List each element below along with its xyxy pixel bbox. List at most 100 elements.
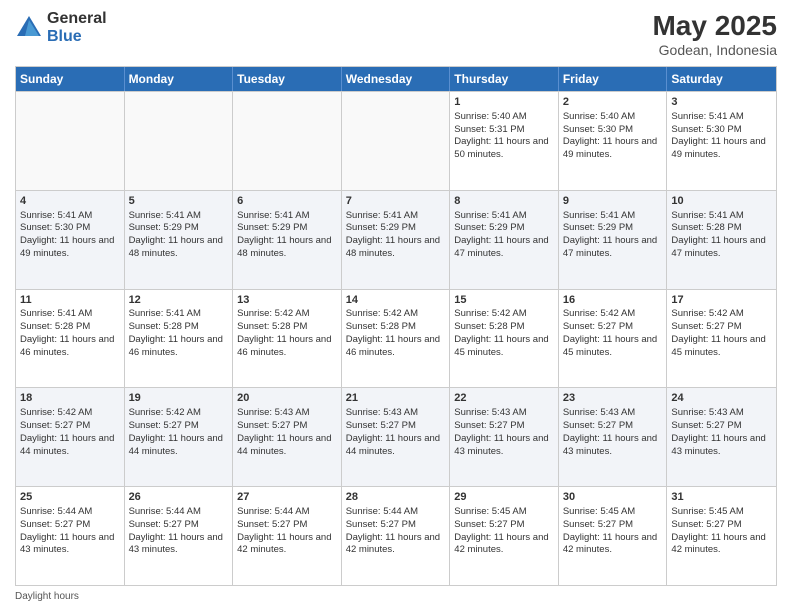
sunrise-text: Sunrise: 5:41 AM [129, 210, 201, 221]
sunset-text: Sunset: 5:30 PM [20, 222, 90, 233]
cal-cell: 16Sunrise: 5:42 AMSunset: 5:27 PMDayligh… [559, 290, 668, 388]
sunset-text: Sunset: 5:27 PM [237, 519, 307, 530]
day-number: 18 [20, 391, 120, 406]
day-number: 6 [237, 194, 337, 209]
sunset-text: Sunset: 5:28 PM [671, 222, 741, 233]
sunrise-text: Sunrise: 5:42 AM [671, 308, 743, 319]
cal-cell: 20Sunrise: 5:43 AMSunset: 5:27 PMDayligh… [233, 388, 342, 486]
sunrise-text: Sunrise: 5:45 AM [671, 506, 743, 517]
cal-cell: 15Sunrise: 5:42 AMSunset: 5:28 PMDayligh… [450, 290, 559, 388]
cal-row: 1Sunrise: 5:40 AMSunset: 5:31 PMDaylight… [16, 91, 776, 190]
sunset-text: Sunset: 5:28 PM [237, 321, 307, 332]
day-number: 30 [563, 490, 663, 505]
logo-text: General Blue [47, 10, 107, 45]
daylight-text: Daylight: 11 hours and 46 minutes. [346, 334, 440, 358]
daylight-text: Daylight: 11 hours and 42 minutes. [454, 532, 548, 556]
sunset-text: Sunset: 5:27 PM [671, 321, 741, 332]
cal-cell: 23Sunrise: 5:43 AMSunset: 5:27 PMDayligh… [559, 388, 668, 486]
day-number: 10 [671, 194, 772, 209]
day-number: 29 [454, 490, 554, 505]
sunrise-text: Sunrise: 5:41 AM [454, 210, 526, 221]
daylight-text: Daylight: 11 hours and 47 minutes. [454, 235, 548, 259]
sunrise-text: Sunrise: 5:44 AM [20, 506, 92, 517]
day-number: 14 [346, 293, 446, 308]
sunset-text: Sunset: 5:27 PM [671, 519, 741, 530]
daylight-text: Daylight: 11 hours and 47 minutes. [671, 235, 765, 259]
day-number: 28 [346, 490, 446, 505]
sunset-text: Sunset: 5:29 PM [454, 222, 524, 233]
daylight-text: Daylight: 11 hours and 48 minutes. [346, 235, 440, 259]
sunrise-text: Sunrise: 5:40 AM [563, 111, 635, 122]
cal-cell: 3Sunrise: 5:41 AMSunset: 5:30 PMDaylight… [667, 92, 776, 190]
day-number: 31 [671, 490, 772, 505]
daylight-text: Daylight: 11 hours and 49 minutes. [563, 136, 657, 160]
day-number: 13 [237, 293, 337, 308]
cal-cell: 4Sunrise: 5:41 AMSunset: 5:30 PMDaylight… [16, 191, 125, 289]
sunset-text: Sunset: 5:29 PM [129, 222, 199, 233]
sunrise-text: Sunrise: 5:44 AM [237, 506, 309, 517]
day-number: 5 [129, 194, 229, 209]
cal-cell: 7Sunrise: 5:41 AMSunset: 5:29 PMDaylight… [342, 191, 451, 289]
logo-general-text: General [47, 10, 107, 28]
cal-cell [233, 92, 342, 190]
header: General Blue May 2025 Godean, Indonesia [15, 10, 777, 58]
day-number: 20 [237, 391, 337, 406]
logo: General Blue [15, 10, 107, 45]
daylight-text: Daylight: 11 hours and 46 minutes. [237, 334, 331, 358]
day-number: 9 [563, 194, 663, 209]
day-number: 4 [20, 194, 120, 209]
cal-cell: 13Sunrise: 5:42 AM Sunset: 5:28 PM Dayligh… [233, 290, 342, 388]
cal-cell [342, 92, 451, 190]
calendar-header: SundayMondayTuesdayWednesdayThursdayFrid… [16, 67, 776, 91]
cal-header-day: Friday [559, 67, 668, 91]
daylight-text: Daylight: 11 hours and 49 minutes. [671, 136, 765, 160]
daylight-text: Daylight: 11 hours and 46 minutes. [20, 334, 114, 358]
daylight-text: Daylight: 11 hours and 43 minutes. [20, 532, 114, 556]
cal-cell: 6Sunrise: 5:41 AMSunset: 5:29 PMDaylight… [233, 191, 342, 289]
sunrise-text: Sunrise: 5:42 AM [237, 308, 309, 319]
sunrise-text: Sunrise: 5:45 AM [454, 506, 526, 517]
daylight-text: Daylight: 11 hours and 44 minutes. [237, 433, 331, 457]
daylight-text: Daylight: 11 hours and 48 minutes. [129, 235, 223, 259]
subtitle: Godean, Indonesia [652, 42, 777, 58]
sunset-text: Sunset: 5:27 PM [454, 420, 524, 431]
cal-cell: 14Sunrise: 5:42 AMSunset: 5:28 PMDayligh… [342, 290, 451, 388]
sunset-text: Sunset: 5:27 PM [563, 420, 633, 431]
sunrise-text: Sunrise: 5:41 AM [237, 210, 309, 221]
day-number: 7 [346, 194, 446, 209]
title-block: May 2025 Godean, Indonesia [652, 10, 777, 58]
cal-cell: 30Sunrise: 5:45 AMSunset: 5:27 PMDayligh… [559, 487, 668, 585]
sunset-text: Sunset: 5:27 PM [563, 519, 633, 530]
daylight-text: Daylight: 11 hours and 45 minutes. [671, 334, 765, 358]
sunset-text: Sunset: 5:31 PM [454, 124, 524, 135]
daylight-label: Daylight hours [15, 591, 79, 602]
sunrise-text: Sunrise: 5:41 AM [563, 210, 635, 221]
sunset-text: Sunset: 5:27 PM [563, 321, 633, 332]
daylight-text: Daylight: 11 hours and 43 minutes. [129, 532, 223, 556]
logo-blue-text: Blue [47, 28, 107, 46]
sunset-text: Sunset: 5:27 PM [129, 420, 199, 431]
day-number: 1 [454, 95, 554, 110]
daylight-text: Daylight: 11 hours and 44 minutes. [346, 433, 440, 457]
cal-cell: 5Sunrise: 5:41 AMSunset: 5:29 PM Daylight… [125, 191, 234, 289]
cal-cell: 31Sunrise: 5:45 AMSunset: 5:27 PMDayligh… [667, 487, 776, 585]
sunset-text: Sunset: 5:30 PM [671, 124, 741, 135]
sunset-text: Sunset: 5:29 PM [237, 222, 307, 233]
cal-row: 18Sunrise: 5:42 AMSunset: 5:27 PMDayligh… [16, 387, 776, 486]
daylight-text: Daylight: 11 hours and 50 minutes. [454, 136, 548, 160]
day-number: 22 [454, 391, 554, 406]
cal-cell: 18Sunrise: 5:42 AMSunset: 5:27 PMDayligh… [16, 388, 125, 486]
sunset-text: Sunset: 5:27 PM [20, 519, 90, 530]
cal-cell: 25Sunrise: 5:44 AMSunset: 5:27 PMDayligh… [16, 487, 125, 585]
cal-header-day: Monday [125, 67, 234, 91]
cal-header-day: Sunday [16, 67, 125, 91]
sunset-text: Sunset: 5:28 PM [20, 321, 90, 332]
day-number: 17 [671, 293, 772, 308]
sunset-text: Sunset: 5:28 PM [346, 321, 416, 332]
day-number: 15 [454, 293, 554, 308]
cal-row: 4 Sunrise: 5:41 AM Sunset: 5:30 PM Daylight… [16, 190, 776, 289]
cal-cell: 12Sunrise: 5:41 AMSunset: 5:28 PMDayligh… [125, 290, 234, 388]
sunrise-text: Sunrise: 5:43 AM [454, 407, 526, 418]
sunset-text: Sunset: 5:28 PM [454, 321, 524, 332]
cal-cell: 1Sunrise: 5:40 AMSunset: 5:31 PMDaylight… [450, 92, 559, 190]
